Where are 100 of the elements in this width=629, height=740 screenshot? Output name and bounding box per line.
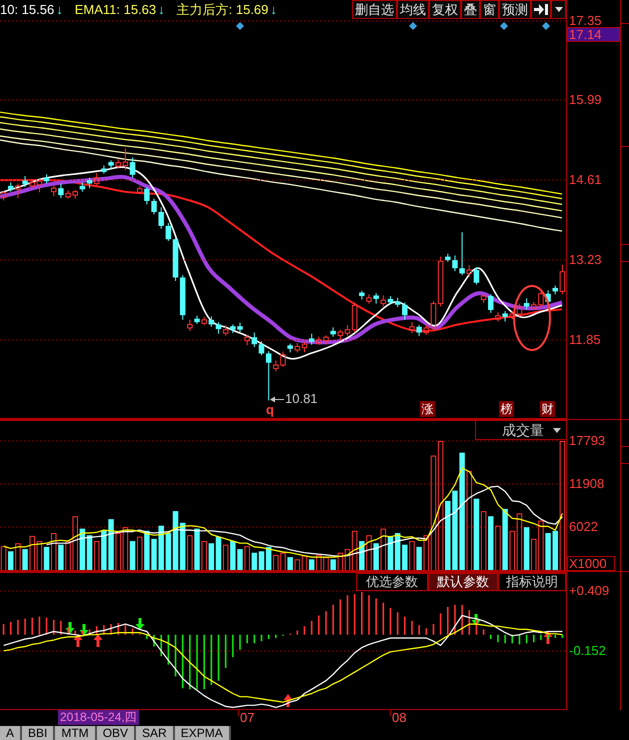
bar xyxy=(480,511,486,571)
candlestick xyxy=(158,206,164,230)
candlestick xyxy=(488,294,494,314)
indicator-tab[interactable]: EXPMA xyxy=(174,726,231,740)
bar xyxy=(44,546,50,571)
dropdown-button[interactable] xyxy=(551,0,566,19)
up-arrow-icon xyxy=(284,694,292,707)
trend-arrow: ↓ xyxy=(270,2,277,17)
diamond-icon xyxy=(409,22,417,30)
bar xyxy=(108,519,114,571)
candlestick xyxy=(8,182,14,192)
volume-axis-label: 17793 xyxy=(569,434,606,448)
bar xyxy=(187,535,193,571)
jump-to-end-button[interactable] xyxy=(531,0,551,19)
bar xyxy=(366,535,372,571)
candlestick xyxy=(474,266,480,285)
indicator-value: 主力后方: 15.69 xyxy=(176,2,268,17)
bar xyxy=(388,536,394,571)
toolbar-button[interactable]: 预测 xyxy=(499,0,531,19)
macd-axis-label: -0.152 xyxy=(569,644,606,658)
bar xyxy=(136,536,142,571)
event-tag[interactable]: 财 xyxy=(540,401,555,417)
bar xyxy=(252,552,258,571)
candlestick xyxy=(266,350,272,401)
price-axis-label: 14.61 xyxy=(569,174,602,186)
toolbar-button[interactable]: 复权 xyxy=(429,0,461,19)
bar xyxy=(216,536,222,571)
indicator-value: EMA11: 15.63 xyxy=(74,2,156,17)
bar xyxy=(22,549,28,571)
bar xyxy=(237,549,243,571)
toolbar-button[interactable]: 删自选 xyxy=(352,0,397,19)
candlestick xyxy=(58,183,64,199)
bar xyxy=(230,541,236,571)
current-price-label: 17.14 xyxy=(567,27,620,42)
parameter-tab[interactable]: 优选参数 xyxy=(356,573,428,591)
candlestick xyxy=(166,222,172,242)
bar xyxy=(86,535,92,571)
bar xyxy=(244,546,250,571)
candlestick xyxy=(459,232,465,276)
toolbar-button[interactable]: 窗 xyxy=(480,0,499,19)
candlestick xyxy=(373,292,379,304)
volume-axis-label: 11908 xyxy=(569,477,604,491)
indicator-dropdown[interactable]: 成交量 xyxy=(475,421,566,440)
bar xyxy=(409,541,415,571)
parameter-tab[interactable]: 指标说明 xyxy=(498,573,566,591)
bar xyxy=(352,530,358,571)
bar xyxy=(130,541,136,571)
bar xyxy=(273,554,279,571)
candlestick xyxy=(44,174,50,184)
candlestick xyxy=(452,254,458,272)
candlestick xyxy=(258,340,264,356)
candlestick xyxy=(130,156,136,178)
price-axis-label: 17.35 xyxy=(569,15,602,27)
bar xyxy=(208,543,214,571)
event-tag[interactable]: 涨 xyxy=(420,401,435,417)
up-arrow-icon xyxy=(74,634,82,647)
indicator-tab[interactable]: MTM xyxy=(55,726,97,740)
bar xyxy=(488,516,494,571)
candlestick xyxy=(151,198,157,215)
bar xyxy=(308,559,314,571)
candlestick xyxy=(216,322,222,334)
candlestick xyxy=(308,333,314,346)
candlestick xyxy=(416,324,422,337)
indicator-tab[interactable]: A xyxy=(0,726,22,740)
trend-arrow: ↓ xyxy=(158,2,165,17)
bar xyxy=(50,533,56,571)
bar xyxy=(280,552,286,571)
parameter-tab[interactable]: 默认参数 xyxy=(428,573,498,591)
event-marker: q xyxy=(266,402,274,417)
candlestick xyxy=(144,186,150,205)
cursor-date-label: 2018-05-24,四 xyxy=(58,710,139,725)
candlestick xyxy=(330,326,336,338)
bar xyxy=(101,530,107,571)
indicator-tab[interactable]: BBI xyxy=(22,726,56,740)
macd-axis-label: +0.409 xyxy=(569,584,610,598)
diamond-icon xyxy=(236,22,244,30)
bar xyxy=(466,470,472,571)
bar xyxy=(58,544,64,571)
indicator-tab[interactable]: SAR xyxy=(136,726,175,740)
bar xyxy=(380,528,386,571)
candlestick xyxy=(524,298,530,310)
candlestick xyxy=(394,297,400,308)
bar xyxy=(94,541,100,571)
bar xyxy=(222,544,228,571)
bar xyxy=(459,452,465,571)
bar xyxy=(15,543,21,571)
arrow-to-bar-icon xyxy=(534,4,548,15)
bar xyxy=(201,541,207,571)
indicator-tab[interactable]: OBV xyxy=(96,726,136,740)
bar xyxy=(8,551,14,571)
diamond-icon xyxy=(542,22,550,30)
bar xyxy=(495,526,501,571)
toolbar-button[interactable]: 均线 xyxy=(397,0,429,19)
event-tag[interactable]: 榜 xyxy=(499,401,514,417)
bar xyxy=(0,546,6,571)
bar xyxy=(502,508,508,571)
bar xyxy=(416,546,422,571)
bar xyxy=(373,543,379,571)
toolbar-button[interactable]: 叠 xyxy=(461,0,480,19)
bar xyxy=(287,557,293,571)
